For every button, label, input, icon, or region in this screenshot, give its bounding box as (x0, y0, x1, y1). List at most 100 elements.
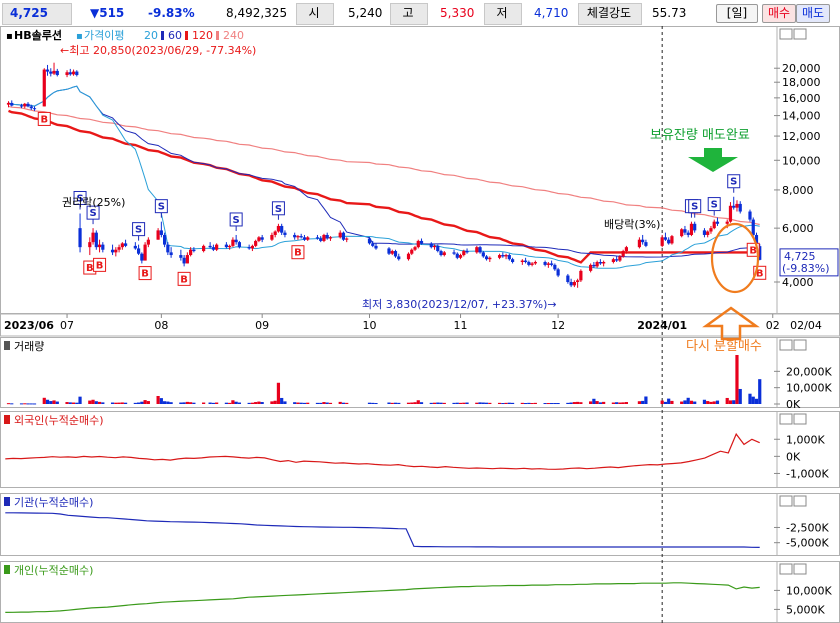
volume-bar (397, 402, 401, 404)
volume-bar (315, 402, 320, 404)
candle-body (644, 242, 648, 246)
candle-body (101, 244, 105, 250)
sell-signal-label: S (158, 202, 165, 213)
candle-body (452, 252, 456, 254)
foreign-tick-label: 1,000K (786, 433, 825, 446)
candle-body (602, 262, 606, 264)
volume-title-marker (4, 341, 10, 350)
candle-body (510, 259, 515, 263)
volume-bar (712, 401, 716, 404)
buy-signal-label: B (180, 274, 188, 285)
candle-body (725, 221, 729, 224)
candle-body (143, 244, 147, 261)
chart-title: HB솔루션 (14, 29, 62, 42)
volume-bar (488, 402, 492, 404)
volume-bar (709, 401, 713, 404)
legend-swatch (161, 31, 164, 40)
candle-body (319, 238, 323, 241)
candle-body (488, 257, 492, 260)
volume-bar (520, 402, 524, 404)
volume-bar (406, 402, 411, 404)
volume-bar (215, 402, 219, 404)
candle-body (52, 70, 56, 74)
change-percent: -9.83% (148, 6, 195, 20)
volume-bar (55, 401, 59, 404)
candle-body (748, 211, 752, 220)
volume-bar (283, 401, 287, 404)
candle-body (553, 264, 557, 270)
buy-button[interactable]: 매수 (762, 4, 796, 23)
candle-body (595, 262, 599, 267)
volume-bar (693, 401, 697, 404)
sell-signal-label: S (275, 204, 282, 215)
candle-body (566, 275, 570, 283)
volume-bar (319, 402, 323, 404)
sell-button[interactable]: 매도 (796, 4, 830, 23)
candle-body (202, 245, 206, 252)
volume-bar (452, 402, 456, 404)
candle-body (527, 262, 531, 265)
candle-body (78, 228, 82, 248)
institution-tick-label: -2,500K (786, 521, 829, 534)
volume-bar (299, 402, 303, 404)
volume-bar (224, 402, 228, 404)
sell-signal-label: S (691, 202, 698, 213)
candle-body (293, 234, 297, 238)
candle-body (110, 249, 115, 253)
volume-bar (683, 400, 687, 404)
candle-body (618, 256, 622, 261)
candle-body (94, 232, 98, 248)
volume-bar (276, 382, 281, 404)
candle-body (166, 244, 170, 253)
candle-body (641, 239, 645, 243)
foreign-tick-label: -1,000K (786, 467, 829, 480)
current-change-label: (-9.83%) (782, 262, 830, 275)
price-change: ▼515 (90, 6, 125, 20)
foreign-title: 외국인(누적순매수) (14, 414, 104, 427)
candle-body (120, 243, 124, 248)
candle-body (302, 237, 307, 240)
candle-body (693, 223, 697, 231)
volume-bar (231, 400, 235, 404)
volume-bar (208, 402, 212, 404)
candle-body (572, 282, 576, 286)
volume-bar (32, 403, 37, 405)
volume-bar (189, 402, 193, 404)
volume-bar (257, 401, 261, 404)
candle-body (397, 256, 401, 260)
foreign-tick-label: 0K (786, 450, 801, 463)
candle-body (442, 252, 446, 256)
open-label: 시 (308, 6, 320, 20)
volume-bar (94, 401, 98, 404)
institution-title: 기관(누적순매수) (14, 496, 93, 509)
candle-body (133, 245, 137, 249)
price-tick-label: 4,000 (782, 276, 814, 289)
candle-body (257, 237, 261, 241)
volume-bar (117, 402, 121, 404)
candle-body (49, 71, 53, 74)
volume-bar (484, 402, 489, 404)
candle-body (136, 248, 141, 254)
candle-body (432, 245, 437, 248)
candle-body (185, 255, 189, 264)
candle-body (683, 229, 687, 233)
legend-swatch (185, 31, 188, 40)
high-annotation: ←최고 20,850(2023/06/29, -77.34%) (60, 44, 256, 57)
volume-bar (728, 400, 733, 404)
volume-bar (192, 402, 196, 404)
period-button[interactable]: [일] (716, 4, 758, 23)
candle-body (68, 72, 72, 75)
candle-body (10, 102, 14, 106)
volume-bar (641, 400, 645, 404)
low-annotation: 최저 3,830(2023/12/07, +23.37%)→ (362, 298, 557, 311)
candle-body (667, 239, 671, 244)
candle-body (97, 244, 102, 248)
volume-bar (527, 402, 531, 404)
volume-bar (667, 398, 671, 404)
legend-label: 가격이평 (84, 29, 124, 42)
legend-item-20: 20 (144, 29, 158, 42)
volume-bar (569, 402, 573, 404)
candle-body (270, 234, 274, 240)
volume-bar (78, 396, 82, 404)
volume-bar (114, 402, 118, 404)
